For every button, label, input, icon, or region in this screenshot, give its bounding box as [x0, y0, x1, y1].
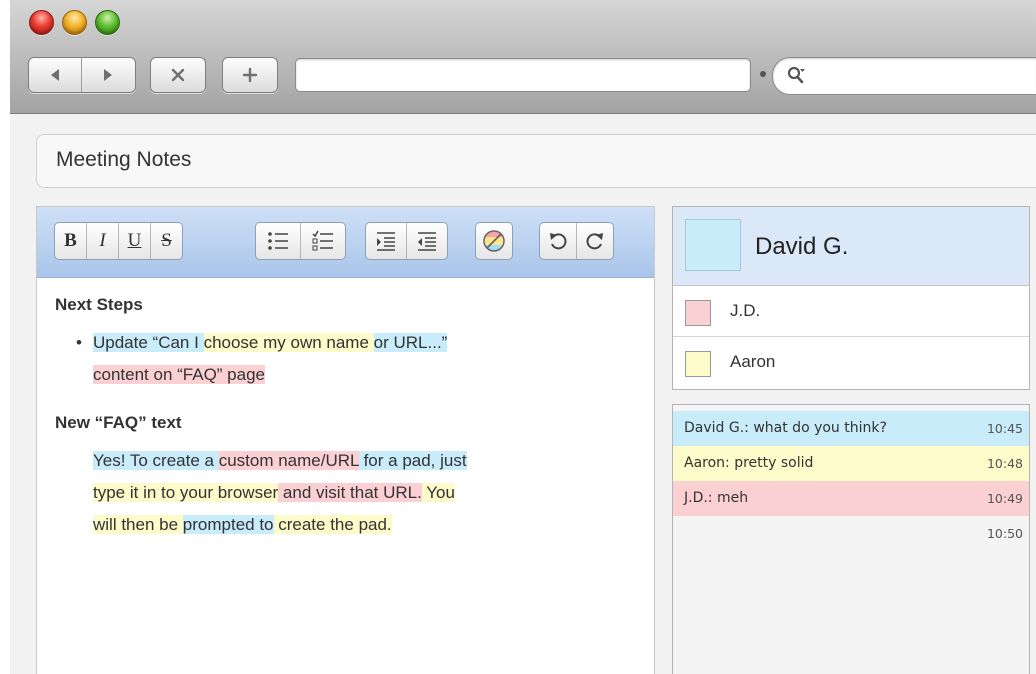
address-bar-separator-dot: [760, 71, 766, 77]
italic-button[interactable]: I: [86, 223, 118, 259]
chat-message-time: 10:45: [986, 421, 1023, 436]
indent-icon: [377, 232, 395, 251]
user-row-jd: J.D.: [673, 286, 1029, 337]
stop-group: [150, 57, 206, 93]
text-span-aaron: type it in to your browser: [93, 483, 279, 502]
chat-message-text: David G.: what do you think?: [684, 420, 887, 436]
chat-message-text: Aaron: pretty solid: [684, 455, 814, 471]
outdent-icon: [418, 232, 436, 251]
pad-content[interactable]: Next Steps • Update “Can I choose my own…: [55, 295, 645, 541]
chat-message: Aaron: pretty solid 10:48: [673, 446, 1029, 481]
text-span-jd: custom name/URL: [218, 451, 359, 470]
new-tab-button[interactable]: [223, 58, 277, 92]
strikethrough-icon: S: [161, 230, 172, 251]
text-span-aaron: create the pad.: [273, 515, 392, 534]
pad-title-bar[interactable]: Meeting Notes: [36, 134, 1036, 188]
zoom-window-button[interactable]: [95, 10, 120, 35]
text-span-jd: and visit that URL.: [278, 483, 422, 502]
user-color-swatch: [685, 300, 711, 326]
chat-message: 10:50: [673, 516, 1029, 551]
triangle-left-icon: [51, 69, 59, 81]
indent-button[interactable]: [366, 223, 406, 259]
triangle-right-icon: [104, 69, 112, 81]
text-span-aaron: You: [421, 483, 455, 502]
underline-icon: U: [127, 230, 142, 251]
checklist-icon: [312, 230, 333, 251]
new-tab-group: [222, 57, 278, 93]
clear-authorship-colors-icon: [483, 230, 505, 252]
forward-button[interactable]: [81, 58, 134, 92]
address-input[interactable]: [296, 59, 750, 91]
italic-icon: I: [99, 230, 106, 251]
text-span-aaron: will then be: [93, 515, 183, 534]
bullet-item: • Update “Can I choose my own name or UR…: [55, 327, 645, 391]
address-bar[interactable]: [295, 58, 751, 92]
editor-panel: B I U S Next Steps • Update “Can I choos…: [36, 206, 655, 674]
text-span-david: or URL...”: [373, 333, 448, 352]
strikethrough-button[interactable]: S: [150, 223, 182, 259]
close-window-button[interactable]: [29, 10, 54, 35]
bullet-list-button[interactable]: [256, 223, 300, 259]
chat-panel: David G.: what do you think? 10:45 Aaron…: [672, 404, 1030, 674]
x-icon: [171, 68, 185, 82]
underline-button[interactable]: U: [118, 223, 150, 259]
browser-toolbar: [10, 0, 1036, 114]
text-span-aaron: choose my own name: [203, 333, 374, 352]
clear-authorship-button[interactable]: [476, 223, 512, 259]
minimize-window-button[interactable]: [62, 10, 87, 35]
current-user-row[interactable]: David G.: [673, 207, 1029, 286]
chat-message-time: 10:50: [986, 526, 1023, 541]
bold-icon: B: [64, 230, 77, 251]
history-group: [539, 222, 614, 260]
back-button[interactable]: [29, 58, 81, 92]
search-field[interactable]: [772, 57, 1036, 95]
redo-icon: [586, 233, 603, 250]
text-span-david: prompted to: [182, 515, 274, 534]
chat-message-time: 10:48: [986, 456, 1023, 471]
user-name: Aaron: [730, 352, 776, 371]
authorship-group: [475, 222, 513, 260]
pad-title: Meeting Notes: [56, 148, 192, 171]
faq-paragraph: Yes! To create a custom name/URL for a p…: [55, 445, 645, 541]
current-user-color-swatch[interactable]: [685, 219, 741, 271]
magnifier-icon[interactable]: [787, 65, 805, 87]
browser-window: Meeting Notes B I U S Next Steps • Updat…: [10, 0, 1036, 674]
search-input[interactable]: [817, 62, 1021, 90]
user-color-swatch: [685, 351, 711, 377]
outdent-button[interactable]: [406, 223, 447, 259]
current-user-name[interactable]: David G.: [755, 233, 848, 261]
editor-toolbar: B I U S: [37, 207, 654, 278]
text-span-david: Yes! To create a: [93, 451, 219, 470]
text-span-david: Update “Can I: [93, 333, 204, 352]
users-panel: David G. J.D. Aaron: [672, 206, 1030, 390]
bullet-marker: •: [76, 333, 82, 352]
bullet-list-icon: [268, 232, 288, 250]
plus-icon: [242, 67, 258, 83]
user-name: J.D.: [730, 301, 761, 320]
history-nav-group: [28, 57, 136, 93]
checklist-button[interactable]: [300, 223, 345, 259]
chat-message-time: 10:49: [986, 491, 1023, 506]
chat-message: David G.: what do you think? 10:45: [673, 411, 1029, 446]
chat-message-text: J.D.: meh: [684, 490, 749, 506]
text-span-jd: content on “FAQ” page: [93, 365, 265, 384]
user-row-aaron: Aaron: [673, 337, 1029, 387]
chat-message: J.D.: meh 10:49: [673, 481, 1029, 516]
indent-group: [365, 222, 448, 260]
stop-button[interactable]: [151, 58, 205, 92]
text-style-group: B I U S: [54, 222, 183, 260]
bold-button[interactable]: B: [55, 223, 86, 259]
undo-button[interactable]: [540, 223, 576, 259]
redo-button[interactable]: [576, 223, 613, 259]
undo-icon: [550, 233, 567, 250]
list-group: [255, 222, 346, 260]
heading-new-faq-text: New “FAQ” text: [55, 413, 182, 432]
text-span-david: for a pad, just: [358, 451, 467, 470]
heading-next-steps: Next Steps: [55, 295, 143, 314]
